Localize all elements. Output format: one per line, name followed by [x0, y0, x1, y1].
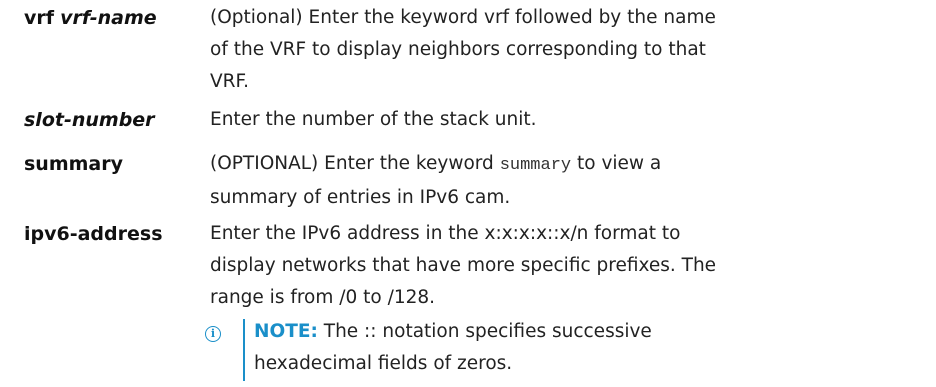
note-divider — [243, 319, 245, 381]
term-keyword: ipv6-address — [24, 223, 163, 245]
term-argument: slot-number — [24, 109, 155, 131]
parameter-description: (OPTIONAL) Enter the keyword summary to … — [210, 148, 730, 214]
description-text: (OPTIONAL) Enter the keyword — [210, 153, 494, 174]
parameter-description: (Optional) Enter the keyword vrf followe… — [210, 7, 716, 92]
note-label: NOTE: — [254, 321, 318, 342]
note-callout: i NOTE: The :: notation specifies succes… — [186, 316, 746, 384]
note-text: NOTE: The :: notation specifies successi… — [254, 316, 734, 380]
parameter-description: Enter the number of the stack unit. — [210, 109, 537, 130]
term-keyword: summary — [24, 153, 124, 175]
parameter-term: summary — [24, 148, 123, 180]
term-keyword: vrf — [24, 7, 55, 29]
parameter-term: slot-number — [24, 104, 155, 136]
parameter-term: ipv6-address — [24, 218, 163, 250]
code-keyword: summary — [499, 156, 572, 175]
parameter-description: Enter the IPv6 address in the x:x:x:x::x… — [210, 223, 717, 308]
parameter-term: vrf vrf-name — [24, 2, 157, 34]
info-icon: i — [205, 326, 221, 342]
term-argument: vrf-name — [60, 7, 157, 29]
